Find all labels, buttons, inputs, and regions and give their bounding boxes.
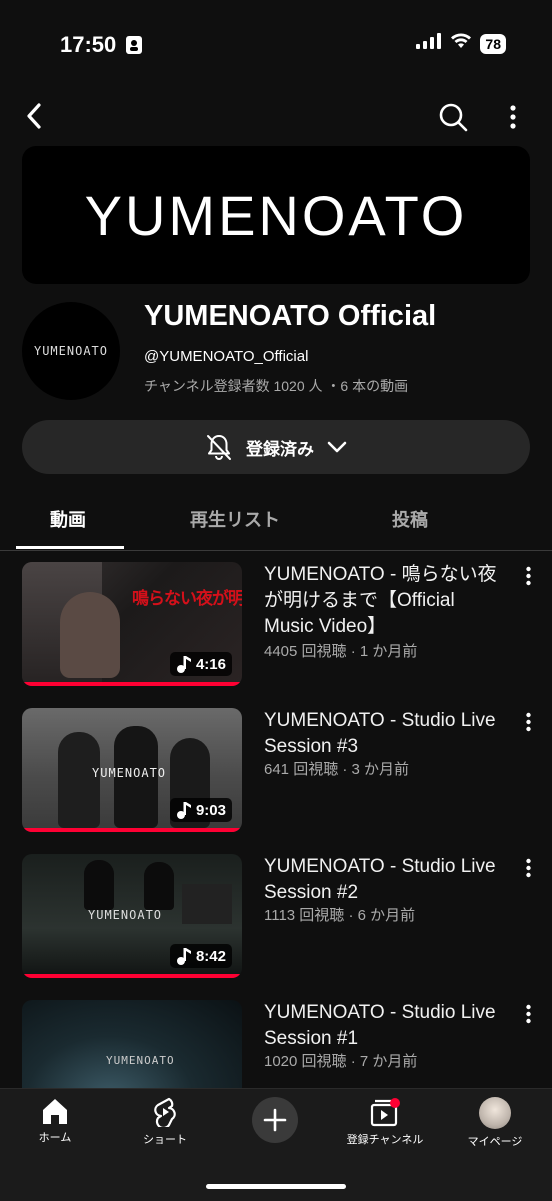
- more-options-button[interactable]: [502, 100, 524, 134]
- channel-banner: YUMENOATO: [22, 146, 530, 284]
- back-arrow-icon: [27, 103, 41, 129]
- tab-divider: [0, 550, 552, 551]
- battery-indicator: 78: [480, 33, 506, 54]
- search-button[interactable]: [436, 100, 470, 134]
- home-indicator: [206, 1184, 346, 1189]
- thumbnail-logo-text: YUMENOATO: [88, 908, 163, 922]
- video-thumbnail[interactable]: YUMENOATO 9:03: [22, 708, 242, 832]
- video-meta: 4405 回視聴 · 1 か月前: [264, 643, 418, 660]
- active-tab-indicator: [16, 546, 124, 549]
- signal-icon: [416, 33, 442, 54]
- video-title[interactable]: YUMENOATO - Studio Live Session #2: [264, 854, 509, 906]
- channel-handle: @YUMENOATO_Official: [144, 348, 309, 365]
- banner-logo-text: YUMENOATO: [84, 183, 468, 247]
- watch-progress-bar: [22, 682, 242, 686]
- chevron-down-icon: [327, 441, 347, 453]
- video-title[interactable]: YUMENOATO - Studio Live Session #3: [264, 708, 509, 760]
- channel-meta: チャンネル登録者数 1020 人 ・6 本の動画: [144, 378, 409, 394]
- avatar-logo-text: YUMENOATO: [33, 344, 109, 358]
- wifi-icon: [450, 33, 472, 54]
- plus-icon: [263, 1108, 287, 1132]
- nav-home[interactable]: ホーム: [0, 1097, 110, 1145]
- bell-off-icon: [207, 435, 231, 460]
- profile-avatar: [479, 1097, 511, 1129]
- video-more-button[interactable]: [520, 1004, 536, 1026]
- thumbnail-title-text: 鳴らない夜が明けるまで: [132, 589, 242, 608]
- kebab-menu-icon: [525, 712, 531, 732]
- video-thumbnail[interactable]: 鳴らない夜が明けるまで 4:16: [22, 562, 242, 686]
- video-more-button[interactable]: [520, 566, 536, 588]
- watch-progress-bar: [22, 974, 242, 978]
- shorts-icon: [154, 1097, 176, 1127]
- search-icon: [439, 103, 468, 132]
- music-note-icon: [176, 948, 191, 965]
- music-note-icon: [176, 802, 191, 819]
- nav-subscriptions[interactable]: 登録チャンネル: [330, 1097, 440, 1147]
- kebab-menu-icon: [525, 1004, 531, 1024]
- person-icon: [126, 36, 142, 59]
- video-more-button[interactable]: [520, 712, 536, 734]
- tab-posts[interactable]: 投稿: [392, 506, 428, 532]
- video-meta: 641 回視聴 · 3 か月前: [264, 761, 410, 778]
- nav-mypage[interactable]: マイページ: [440, 1097, 550, 1149]
- video-thumbnail[interactable]: YUMENOATO 8:42: [22, 854, 242, 978]
- create-button[interactable]: [252, 1097, 298, 1143]
- video-item[interactable]: YUMENOATO 9:03 YUMENOATO - Studio Live S…: [0, 708, 552, 838]
- video-item[interactable]: 鳴らない夜が明けるまで 4:16 YUMENOATO - 鳴らない夜が明けるまで…: [0, 562, 552, 692]
- video-duration: 9:03: [169, 798, 232, 822]
- tab-videos[interactable]: 動画: [50, 506, 86, 532]
- kebab-menu-icon: [525, 566, 531, 586]
- kebab-menu-icon: [525, 858, 531, 878]
- back-button[interactable]: [18, 98, 50, 134]
- home-icon: [43, 1099, 67, 1124]
- channel-avatar[interactable]: YUMENOATO: [22, 302, 120, 400]
- video-more-button[interactable]: [520, 858, 536, 880]
- channel-name: YUMENOATO Official: [144, 300, 437, 332]
- watch-progress-bar: [22, 828, 242, 832]
- nav-shorts[interactable]: ショート: [110, 1097, 220, 1147]
- video-meta: 1113 回視聴 · 6 か月前: [264, 907, 416, 924]
- subscribed-button[interactable]: 登録済み: [22, 420, 530, 474]
- video-duration: 4:16: [169, 652, 232, 676]
- subscribed-label: 登録済み: [246, 439, 314, 459]
- tab-playlists[interactable]: 再生リスト: [190, 506, 280, 532]
- thumbnail-logo-text: YUMENOATO: [92, 766, 167, 780]
- subscriptions-icon: [370, 1098, 400, 1127]
- video-duration: 8:42: [169, 944, 232, 968]
- video-title[interactable]: YUMENOATO - Studio Live Session #1: [264, 1000, 509, 1052]
- status-indicators: 78: [416, 33, 506, 54]
- video-meta: 1020 回視聴 · 7 か月前: [264, 1053, 418, 1070]
- video-title[interactable]: YUMENOATO - 鳴らない夜が明けるまで【Official Music V…: [264, 562, 509, 640]
- video-item[interactable]: YUMENOATO 8:42 YUMENOATO - Studio Live S…: [0, 854, 552, 984]
- kebab-menu-icon: [510, 105, 516, 129]
- status-time: 17:50: [60, 32, 117, 57]
- thumbnail-logo-text: YUMENOATO: [106, 1054, 175, 1067]
- music-note-icon: [176, 656, 191, 673]
